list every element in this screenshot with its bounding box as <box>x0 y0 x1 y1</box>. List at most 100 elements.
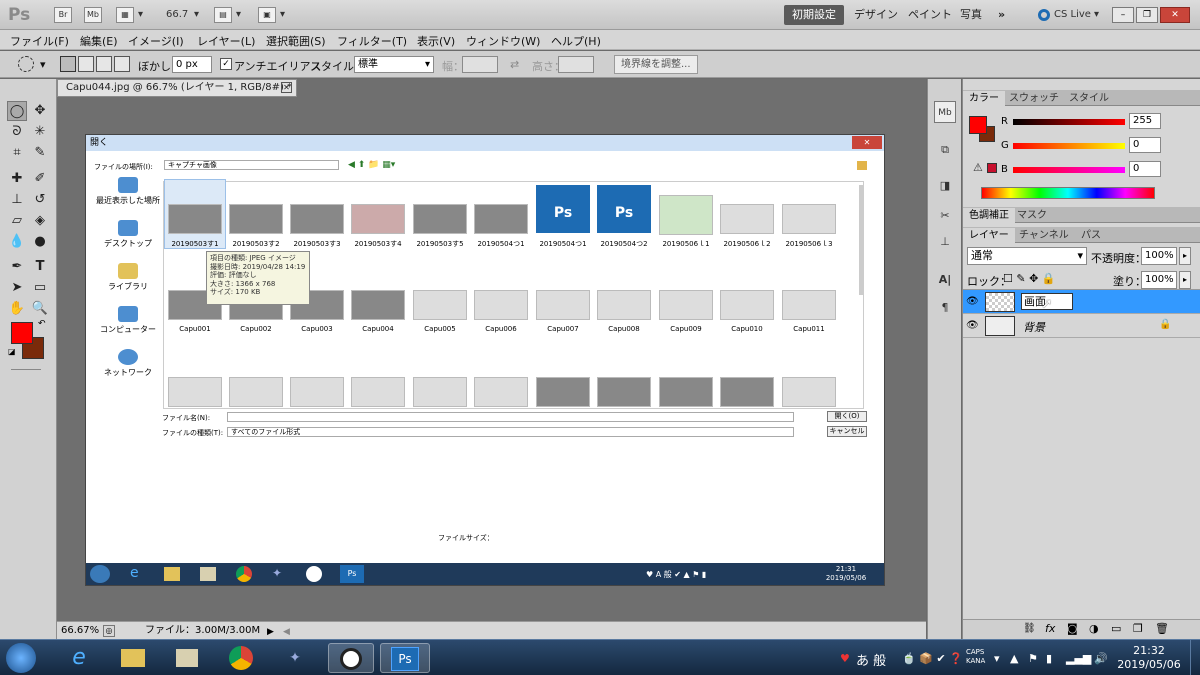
screen-mode-icon[interactable]: ▣ <box>258 7 276 23</box>
color-picker-panel-icon[interactable]: ◨ <box>934 175 956 197</box>
feather-input[interactable]: 0 px <box>172 56 212 73</box>
close-icon[interactable]: ✕ <box>1160 7 1190 23</box>
action-center-icon[interactable]: ⚑ <box>1028 652 1038 665</box>
rectangle-tool-icon[interactable]: ▭ <box>30 278 50 298</box>
ime-chevron-icon[interactable]: ▾ <box>994 652 1000 665</box>
lock-icons[interactable]: ☐ ✎ ✥ 🔒 <box>1003 272 1055 285</box>
mini-bridge-panel-icon[interactable]: Mb <box>934 101 956 123</box>
minimize-icon[interactable]: – <box>1112 7 1134 23</box>
canvas-image[interactable]: 開く ✕ ファイルの場所(I): キャプチャ画像 ◀ ⬆ 📁 ▦▾ 最近表示した… <box>85 134 885 586</box>
brush-tool-icon[interactable]: ✐ <box>30 169 50 189</box>
adjustment-layer-icon[interactable]: ◑ <box>1089 622 1099 635</box>
gamut-swatch[interactable] <box>987 163 997 173</box>
clone-stamp-tool-icon[interactable]: ⊥ <box>7 190 27 210</box>
paint-app-taskbar-icon[interactable]: ✦ <box>276 643 314 673</box>
eyedropper-tool-icon[interactable]: ✎ <box>30 143 50 163</box>
antialias-checkbox[interactable]: ✓ <box>220 58 232 70</box>
r-value[interactable]: 255 <box>1129 113 1161 129</box>
preset-chevron-icon[interactable]: ▾ <box>40 58 46 71</box>
tray-expand-icon[interactable]: ▲ <box>1010 652 1018 665</box>
elliptical-marquee-preset-icon[interactable] <box>18 56 34 72</box>
fill-slider-icon[interactable]: ▸ <box>1179 271 1191 289</box>
character-panel-icon[interactable]: A| <box>934 269 956 291</box>
cs-live-button[interactable]: CS Live <box>1054 9 1091 20</box>
tab-adjustments[interactable]: 色調補正 <box>963 208 1015 223</box>
workspace-photo[interactable]: 写真 <box>952 5 990 25</box>
blur-tool-icon[interactable]: 💧 <box>7 232 27 252</box>
path-selection-tool-icon[interactable]: ➤ <box>7 278 27 298</box>
menu-file[interactable]: ファイル(F) <box>10 33 69 49</box>
workspace-essentials[interactable]: 初期設定 <box>784 5 844 25</box>
menu-select[interactable]: 選択範囲(S) <box>266 33 326 49</box>
link-layers-icon[interactable]: ⛓ <box>1023 623 1036 634</box>
opacity-input[interactable]: 100% <box>1141 247 1177 265</box>
zoom-level[interactable]: 66.7 <box>166 9 188 20</box>
brush-presets-panel-icon[interactable]: ✂ <box>934 205 956 227</box>
volume-icon[interactable]: 🔊 <box>1094 652 1108 665</box>
system-clock[interactable]: 21:32 2019/05/06 <box>1114 644 1184 672</box>
foreground-color-swatch[interactable] <box>11 322 33 344</box>
screen-mode-chevron-icon[interactable]: ▾ <box>280 9 285 20</box>
healing-brush-tool-icon[interactable]: ✚ <box>7 169 27 189</box>
b-slider[interactable] <box>1013 167 1125 173</box>
start-button-icon[interactable] <box>6 643 36 673</box>
document-tab[interactable]: Capu044.jpg @ 66.7% (レイヤー 1, RGB/8#) * ✕ <box>57 79 297 97</box>
blend-mode-select[interactable]: 通常 ▾ <box>967 247 1087 265</box>
fill-input[interactable]: 100% <box>1141 271 1177 289</box>
tab-color[interactable]: カラー <box>963 91 1005 106</box>
menu-view[interactable]: 表示(V) <box>417 33 455 49</box>
close-document-icon[interactable]: ✕ <box>281 82 292 93</box>
chrome-taskbar-icon[interactable] <box>222 643 260 673</box>
intersect-selection-icon[interactable] <box>114 56 130 72</box>
app-taskbar-icon[interactable] <box>328 643 374 673</box>
new-layer-icon[interactable]: ❐ <box>1133 622 1143 635</box>
tab-swatches[interactable]: スウォッチ <box>1003 91 1065 106</box>
photoshop-taskbar-icon[interactable]: Ps <box>380 643 430 673</box>
new-group-icon[interactable]: ▭ <box>1111 622 1121 635</box>
clone-source-panel-icon[interactable]: ⊥ <box>934 231 956 253</box>
ime-tool-icons[interactable]: 🍵 📦 ✔ ❓ <box>902 652 963 665</box>
opacity-slider-icon[interactable]: ▸ <box>1179 247 1191 265</box>
arrange-chevron-icon[interactable]: ▾ <box>236 9 241 20</box>
zoom-tool-icon[interactable]: 🔍 <box>30 299 50 319</box>
style-select[interactable]: 標準 ▾ <box>354 56 434 73</box>
menu-window[interactable]: ウィンドウ(W) <box>466 33 540 49</box>
refine-edge-button[interactable]: 境界線を調整... <box>614 55 698 74</box>
ime-mode[interactable]: あ 般 <box>856 650 886 669</box>
view-extras-icon[interactable]: ▦ <box>116 7 134 23</box>
eye-icon[interactable]: 👁 <box>966 296 979 308</box>
lasso-tool-icon[interactable]: ᘐ <box>7 122 27 142</box>
zoom-chevron-icon[interactable]: ▾ <box>194 9 199 20</box>
workspace-design[interactable]: デザイン <box>846 5 906 25</box>
history-panel-icon[interactable]: ⧉ <box>934 139 956 161</box>
cs-live-chevron-icon[interactable]: ▾ <box>1094 9 1099 20</box>
b-value[interactable]: 0 <box>1129 161 1161 177</box>
explorer-taskbar-icon[interactable] <box>114 643 152 673</box>
g-slider[interactable] <box>1013 143 1125 149</box>
menu-image[interactable]: イメージ(I) <box>128 33 184 49</box>
more-workspaces-icon[interactable]: » <box>990 5 1013 25</box>
eraser-tool-icon[interactable]: ▱ <box>7 211 27 231</box>
g-value[interactable]: 0 <box>1129 137 1161 153</box>
default-colors-icon[interactable]: ◪ <box>8 347 16 356</box>
eye-icon[interactable]: 👁 <box>966 320 979 332</box>
mini-bridge-icon[interactable]: Mb <box>84 7 102 23</box>
menu-filter[interactable]: フィルター(T) <box>337 33 407 49</box>
ie-taskbar-icon[interactable]: e <box>60 643 98 673</box>
add-selection-icon[interactable] <box>78 56 94 72</box>
workspace-paint[interactable]: ペイント <box>900 5 960 25</box>
dodge-tool-icon[interactable]: ● <box>30 232 50 252</box>
add-mask-icon[interactable]: ◙ <box>1067 622 1078 635</box>
color-ramp[interactable] <box>981 187 1155 199</box>
new-selection-icon[interactable] <box>60 56 76 72</box>
tab-layers[interactable]: レイヤー <box>963 228 1015 243</box>
elliptical-marquee-tool-icon[interactable]: ◯ <box>7 101 27 121</box>
bridge-icon[interactable]: Br <box>54 7 72 23</box>
history-brush-tool-icon[interactable]: ↺ <box>30 190 50 210</box>
hand-tool-icon[interactable]: ✋ <box>7 299 27 319</box>
subtract-selection-icon[interactable] <box>96 56 112 72</box>
layer-row[interactable]: 👁 画面 ➚ <box>963 290 1200 314</box>
restore-icon[interactable]: ❐ <box>1136 7 1158 23</box>
pen-tool-icon[interactable]: ✒ <box>7 257 27 277</box>
magic-wand-tool-icon[interactable]: ✳ <box>30 122 50 142</box>
